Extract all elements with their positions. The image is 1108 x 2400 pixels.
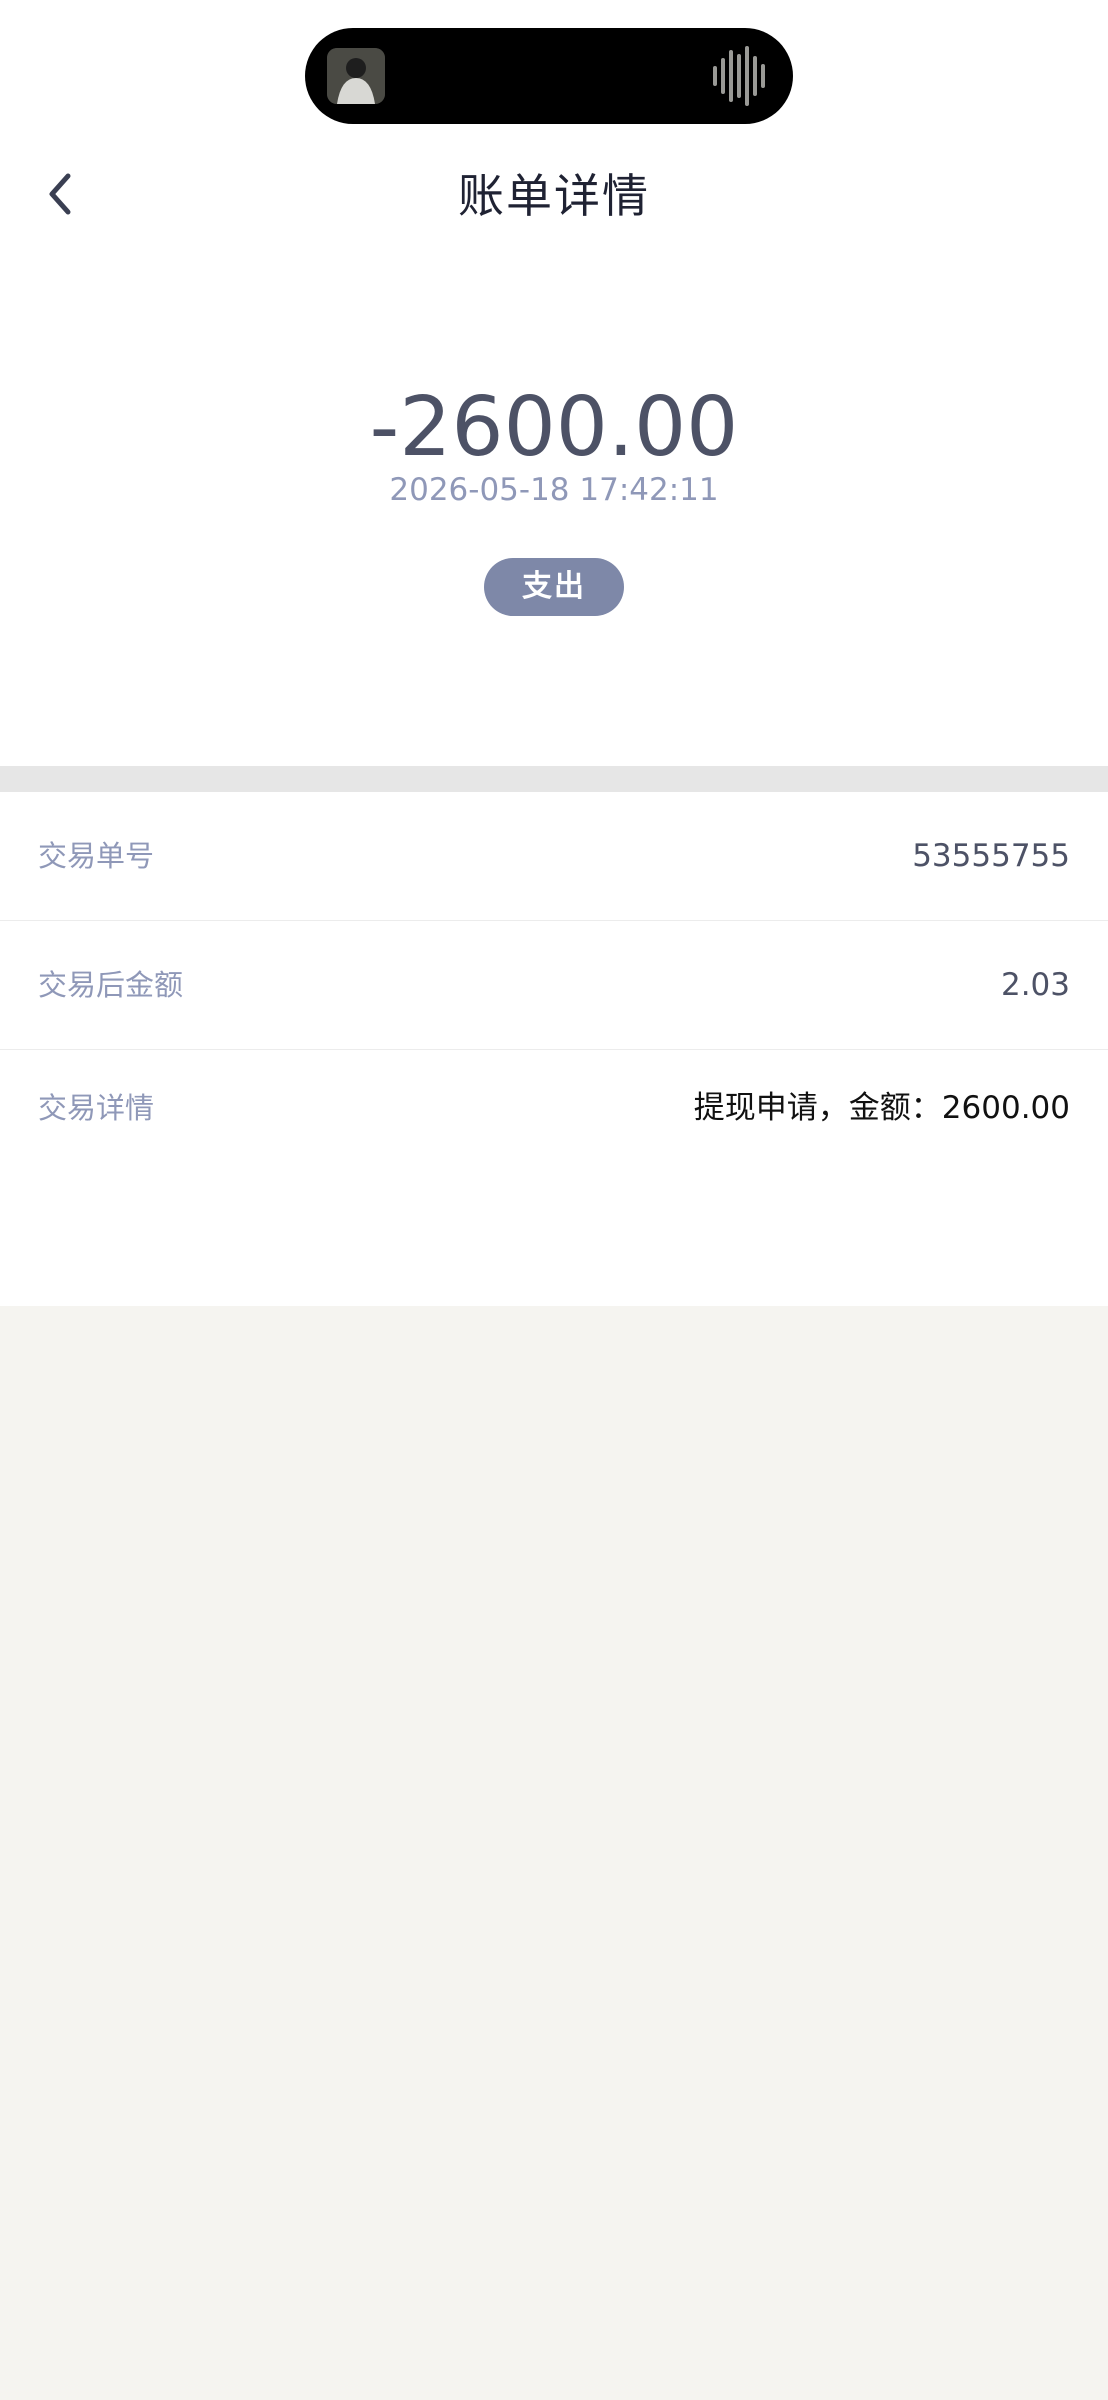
- dynamic-island[interactable]: [305, 28, 793, 124]
- detail-value: 2.03: [1000, 967, 1070, 1003]
- detail-label: 交易后金额: [38, 968, 184, 1002]
- section-separator: [0, 766, 1108, 792]
- detail-label: 交易详情: [38, 1091, 155, 1125]
- detail-row-order-number: 交易单号 53555755: [0, 792, 1108, 920]
- transaction-amount: -2600.00: [369, 380, 739, 475]
- detail-value: 53555755: [912, 838, 1070, 874]
- album-thumbnail: [327, 48, 385, 104]
- audio-wave-icon: [711, 44, 771, 108]
- detail-value: 提现申请，金额：2600.00: [693, 1090, 1070, 1126]
- transaction-type-badge: 支出: [484, 558, 624, 616]
- detail-label: 交易单号: [38, 839, 155, 873]
- detail-row-description: 交易详情 提现申请，金额：2600.00: [0, 1044, 1108, 1172]
- detail-row-balance-after: 交易后金额 2.03: [0, 921, 1108, 1049]
- page-title: 账单详情: [458, 169, 650, 223]
- transaction-datetime: 2026-05-18 17:42:11: [389, 472, 719, 508]
- details-list: 交易单号 53555755 交易后金额 2.03 交易详情 提现申请，金额：26…: [0, 792, 1108, 1306]
